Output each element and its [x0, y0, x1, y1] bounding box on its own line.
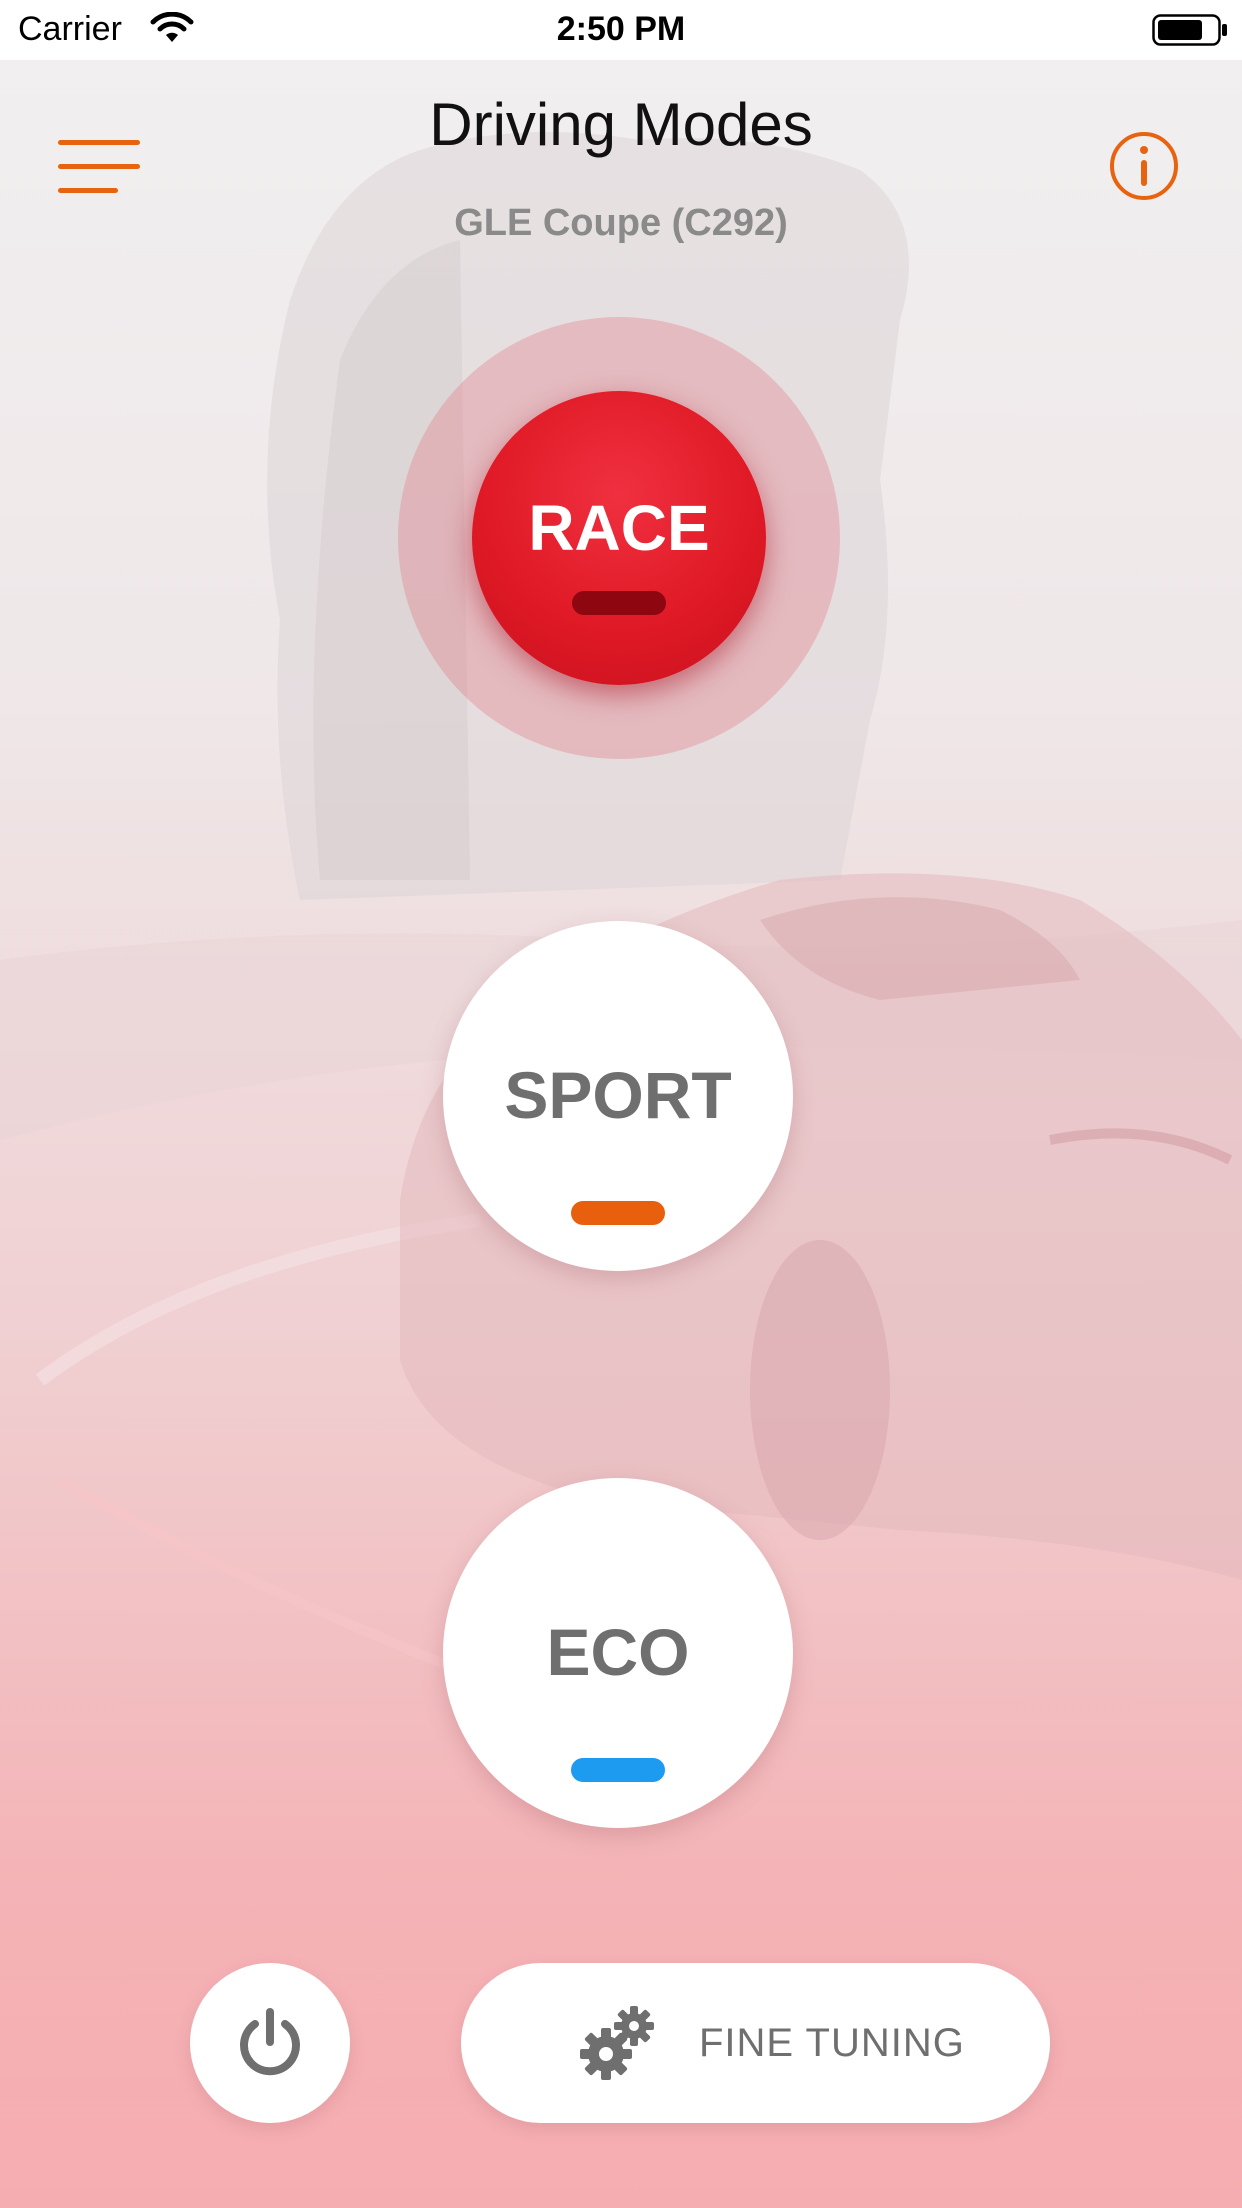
sport-mode-indicator — [571, 1201, 665, 1225]
clock: 2:50 PM — [556, 10, 686, 48]
eco-mode-button[interactable]: ECO — [443, 1478, 793, 1828]
page-title: Driving Modes — [429, 91, 813, 158]
eco-mode-indicator — [571, 1758, 665, 1782]
race-mode-label: RACE — [528, 492, 710, 564]
race-mode-indicator — [572, 591, 666, 615]
battery-icon — [1152, 14, 1227, 46]
gears-icon — [580, 2006, 654, 2080]
info-button[interactable] — [1108, 130, 1180, 202]
status-bar: Carrier 2:50 PM — [0, 0, 1242, 60]
fine-tuning-label: FINE TUNING — [699, 2021, 965, 2065]
fine-tuning-button[interactable]: FINE TUNING — [461, 1963, 1050, 2123]
info-icon — [1110, 132, 1178, 200]
eco-mode-label: ECO — [546, 1615, 690, 1689]
vehicle-subtitle: GLE Coupe (C292) — [454, 202, 788, 244]
menu-bar-bottom — [58, 188, 118, 193]
power-icon — [240, 2008, 300, 2076]
sport-mode-label: SPORT — [504, 1058, 732, 1132]
driving-modes-screen: Driving Modes GLE Coupe (C292) RACE SPOR… — [0, 60, 1242, 2208]
sport-mode-button[interactable]: SPORT — [443, 921, 793, 1271]
menu-bar-middle — [58, 164, 140, 169]
power-button[interactable] — [190, 1963, 350, 2123]
race-mode-button[interactable]: RACE — [472, 391, 766, 685]
